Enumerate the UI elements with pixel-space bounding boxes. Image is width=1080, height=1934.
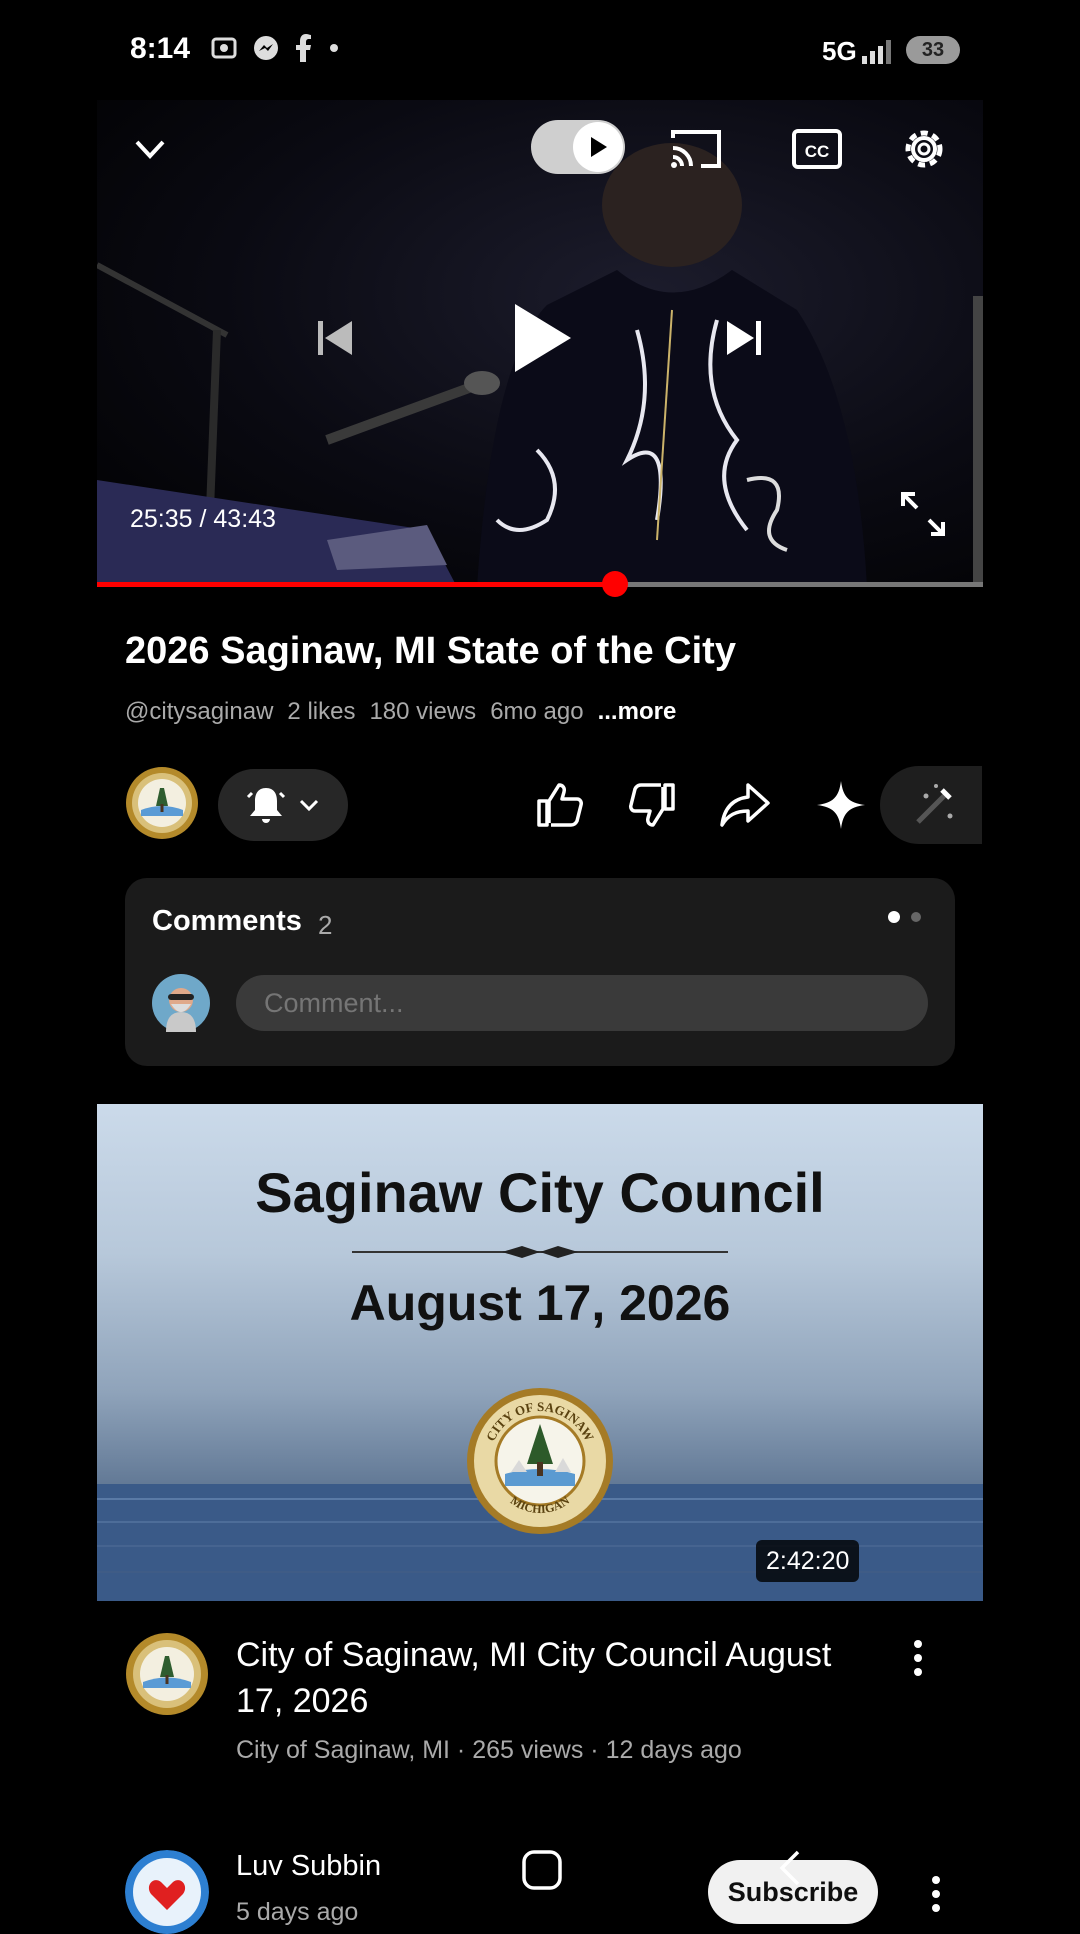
facebook-icon (296, 34, 311, 62)
thumbs-up-icon (537, 783, 583, 827)
like-button[interactable] (528, 774, 590, 836)
screenshot-icon (211, 37, 237, 59)
autoplay-knob (573, 122, 623, 172)
play-button-icon[interactable] (507, 300, 577, 376)
signal-icon (862, 40, 891, 64)
more-link[interactable]: ...more (598, 698, 677, 726)
messenger-icon (254, 36, 278, 60)
city-seal-logo: CITY OF SAGINAW MICHIGAN (467, 1388, 613, 1534)
recommended-thumbnail[interactable]: Saginaw City Council August 17, 2026 CIT… (97, 1104, 983, 1601)
video-meta[interactable]: @citysaginaw 2 likes 180 views 6mo ago .… (125, 698, 676, 726)
bell-icon (246, 788, 286, 823)
more-options-icon[interactable] (904, 1636, 932, 1680)
user-avatar (152, 974, 210, 1032)
notification-icons (210, 34, 340, 62)
divider-ornament (352, 1246, 728, 1258)
carousel-dots (888, 911, 921, 923)
collapse-chevron-icon[interactable] (129, 128, 171, 170)
recommended-title[interactable]: City of Saginaw, MI City Council August … (236, 1632, 876, 1724)
previous-icon[interactable] (312, 315, 358, 361)
autoplay-toggle[interactable] (531, 120, 625, 174)
like-count: 2 likes (287, 698, 356, 725)
remix-button[interactable] (880, 766, 982, 844)
recommended-channel-avatar[interactable] (125, 1632, 209, 1716)
settings-gear-icon[interactable] (899, 124, 949, 174)
share-arrow-icon (720, 783, 770, 827)
view-count: 180 views (369, 698, 477, 725)
dot-icon (330, 44, 338, 52)
share-button[interactable] (714, 774, 776, 836)
chevron-down-icon (299, 799, 319, 812)
next-channel-name[interactable]: Luv Subbin (236, 1850, 381, 1883)
status-time: 8:14 (130, 32, 191, 65)
scrubber-handle[interactable] (602, 571, 628, 597)
cast-icon[interactable] (669, 126, 723, 172)
time-readout: 25:35 / 43:43 (130, 505, 276, 533)
channel-handle[interactable]: @citysaginaw (125, 698, 273, 726)
fullscreen-icon[interactable] (899, 490, 947, 538)
recommended-meta: City of Saginaw, MI · 265 views · 12 day… (236, 1736, 742, 1764)
next-more-options-icon[interactable] (922, 1872, 950, 1916)
sparkle-icon (817, 781, 865, 829)
dislike-button[interactable] (622, 774, 684, 836)
duration-badge: 2:42:20 (756, 1540, 860, 1582)
thumbnail-title: Saginaw City Council (255, 1161, 825, 1224)
remix-wand-icon (916, 784, 953, 824)
battery-indicator: 33 (906, 36, 960, 64)
play-icon (591, 137, 607, 157)
back-nav-icon[interactable] (776, 1846, 804, 1890)
comments-count: 2 (318, 910, 333, 940)
thumbnail-date: August 17, 2026 (349, 1275, 731, 1331)
subscription-bell-button[interactable] (218, 769, 348, 841)
network-indicator: 5G (822, 36, 857, 66)
next-channel-avatar[interactable] (125, 1850, 209, 1934)
next-upload-age: 5 days ago (236, 1898, 359, 1926)
upload-age: 6mo ago (490, 698, 584, 725)
comments-label: Comments (152, 905, 302, 937)
comment-input[interactable] (236, 975, 928, 1031)
home-nav-icon[interactable] (520, 1848, 564, 1892)
video-title[interactable]: 2026 Saginaw, MI State of the City (125, 630, 736, 673)
progress-fill (97, 582, 615, 587)
status-bar: 8:14 5G 33 (0, 0, 1080, 100)
svg-text:CC: CC (805, 142, 830, 161)
next-icon[interactable] (721, 315, 767, 361)
thumbs-down-icon (629, 783, 675, 827)
ask-button[interactable] (810, 774, 872, 836)
channel-avatar[interactable] (125, 766, 199, 840)
captions-icon[interactable]: CC (791, 126, 843, 172)
